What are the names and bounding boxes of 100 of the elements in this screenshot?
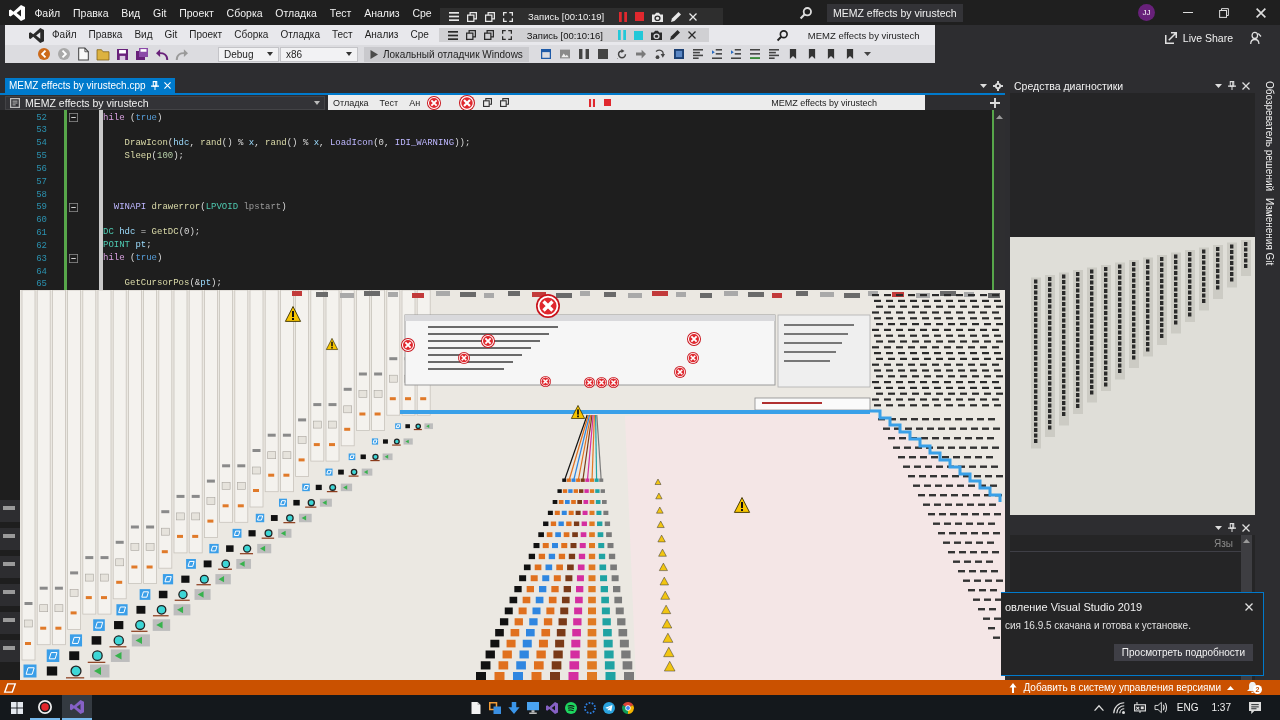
monitor-icon[interactable]	[527, 701, 539, 714]
menu-item[interactable]: Git	[146, 5, 173, 20]
live-share-button[interactable]: Live Share	[1164, 32, 1233, 44]
column-header[interactable]: Язы	[1214, 537, 1233, 549]
squares-icon[interactable]	[489, 701, 501, 714]
pen-icon[interactable]	[669, 30, 680, 40]
indent-icon[interactable]	[730, 49, 741, 59]
bookmark-icon[interactable]	[825, 49, 836, 59]
pause-icon[interactable]	[619, 11, 628, 22]
menu-item[interactable]: Анализ	[358, 28, 405, 42]
caret-icon[interactable]	[980, 83, 987, 88]
menu-item[interactable]: Тест	[323, 5, 358, 20]
scope-dropdown[interactable]: MEMZ effects by virustech	[5, 95, 325, 110]
pin-icon[interactable]	[1228, 81, 1236, 90]
save-icon[interactable]	[117, 48, 128, 60]
view-details-button[interactable]: Просмотреть подробности	[1113, 644, 1253, 661]
menu-item[interactable]: Отладка	[333, 97, 369, 108]
step-icon[interactable]	[654, 49, 665, 59]
camera-icon[interactable]	[650, 30, 662, 40]
indent-icon[interactable]	[711, 49, 722, 59]
pin-icon[interactable]	[1228, 523, 1236, 532]
stop-icon[interactable]	[597, 49, 608, 59]
lines-icon[interactable]	[768, 49, 779, 59]
menu-item[interactable]: Вид	[114, 5, 147, 20]
menu-item[interactable]: Правка	[82, 28, 129, 42]
configuration-dropdown[interactable]: Debug	[218, 46, 279, 62]
menu-item[interactable]: Сре	[406, 5, 439, 20]
menu-item[interactable]: Отладка	[268, 5, 324, 20]
file-icon[interactable]	[470, 701, 482, 714]
volume-icon[interactable]	[1154, 702, 1167, 713]
windows-icon[interactable]	[467, 11, 478, 22]
browser-icon[interactable]	[622, 701, 634, 714]
side-tab[interactable]: Изменения Git	[1263, 198, 1275, 266]
restart-icon[interactable]	[616, 49, 627, 59]
menu-item[interactable]: Ан	[409, 97, 421, 108]
caret-icon[interactable]	[1215, 525, 1222, 530]
wifi-icon[interactable]	[1112, 701, 1125, 714]
window-icon[interactable]	[540, 49, 551, 59]
menu-item[interactable]: Отладка	[274, 28, 326, 42]
windows-icon[interactable]	[483, 30, 494, 40]
close-icon[interactable]	[687, 31, 696, 39]
expand-icon[interactable]	[501, 30, 512, 40]
caret-icon[interactable]	[863, 52, 871, 56]
language-indicator[interactable]: ENG	[1176, 702, 1199, 713]
chevron-up-icon[interactable]	[1093, 704, 1104, 711]
frame-icon[interactable]	[4, 682, 16, 693]
new-file-icon[interactable]	[78, 48, 89, 60]
search-icon[interactable]	[800, 6, 813, 19]
menu-item[interactable]: Вид	[128, 28, 159, 42]
music-icon[interactable]	[565, 701, 577, 714]
bookmark-icon[interactable]	[806, 49, 817, 59]
pen-icon[interactable]	[671, 11, 682, 22]
undo-icon[interactable]	[156, 48, 168, 60]
side-tab[interactable]: Обозреватель решений	[1263, 81, 1275, 192]
notification-icon[interactable]	[1249, 701, 1261, 714]
start-debugging-button[interactable]: Локальный отладчик Windows	[364, 46, 529, 62]
user-avatar[interactable]: JJ	[1138, 4, 1155, 21]
pause-icon[interactable]	[578, 49, 589, 59]
menu-icon[interactable]	[449, 12, 460, 21]
bookmark-icon[interactable]	[787, 49, 798, 59]
platform-dropdown[interactable]: x86	[280, 46, 358, 62]
caret-up-icon[interactable]	[1227, 685, 1234, 690]
search-icon[interactable]	[776, 29, 788, 41]
menu-item[interactable]: Проект	[183, 28, 229, 42]
back-icon[interactable]	[38, 48, 50, 60]
download-icon[interactable]	[508, 701, 520, 714]
menu-icon[interactable]	[447, 30, 458, 40]
menu-item[interactable]: Файл	[28, 5, 67, 20]
windows-icon[interactable]	[465, 30, 476, 40]
menu-item[interactable]: Сборка	[228, 28, 275, 42]
start-icon[interactable]	[11, 701, 23, 714]
image-icon[interactable]	[559, 49, 570, 59]
save-all-icon[interactable]	[136, 48, 148, 60]
network-icon[interactable]	[1133, 702, 1146, 713]
source-control-button[interactable]: Добавить в систему управления версиями	[1023, 682, 1221, 693]
gear-icon[interactable]	[993, 80, 1003, 91]
restore-icon[interactable]	[1219, 7, 1229, 18]
arrow-right-icon[interactable]	[635, 49, 646, 59]
clock[interactable]: 1:37	[1211, 702, 1231, 713]
dotted-ring-icon[interactable]	[584, 701, 596, 714]
person-icon[interactable]	[1250, 32, 1261, 44]
menu-item[interactable]: Git	[158, 28, 184, 42]
block-icon[interactable]	[673, 49, 684, 59]
windows-icon[interactable]	[485, 11, 496, 22]
app-logo-icon[interactable]	[546, 701, 558, 714]
collapse-icon[interactable]	[69, 202, 78, 212]
menu-item[interactable]: Тест	[379, 97, 399, 108]
menu-item[interactable]: Анализ	[357, 5, 406, 20]
caret-icon[interactable]	[1215, 83, 1222, 88]
split-icon[interactable]	[990, 97, 1000, 108]
menu-item[interactable]: Правка	[66, 5, 115, 20]
menu-item[interactable]: Проект	[172, 5, 221, 20]
comment-icon[interactable]	[749, 49, 760, 59]
menu-item[interactable]: Файл	[46, 28, 83, 42]
camera-icon[interactable]	[652, 11, 664, 22]
collapse-icon[interactable]	[69, 113, 78, 123]
collapse-icon[interactable]	[69, 253, 78, 263]
menu-item[interactable]: Сборка	[220, 5, 269, 20]
lines-icon[interactable]	[692, 49, 703, 59]
bookmark-icon[interactable]	[844, 49, 855, 59]
